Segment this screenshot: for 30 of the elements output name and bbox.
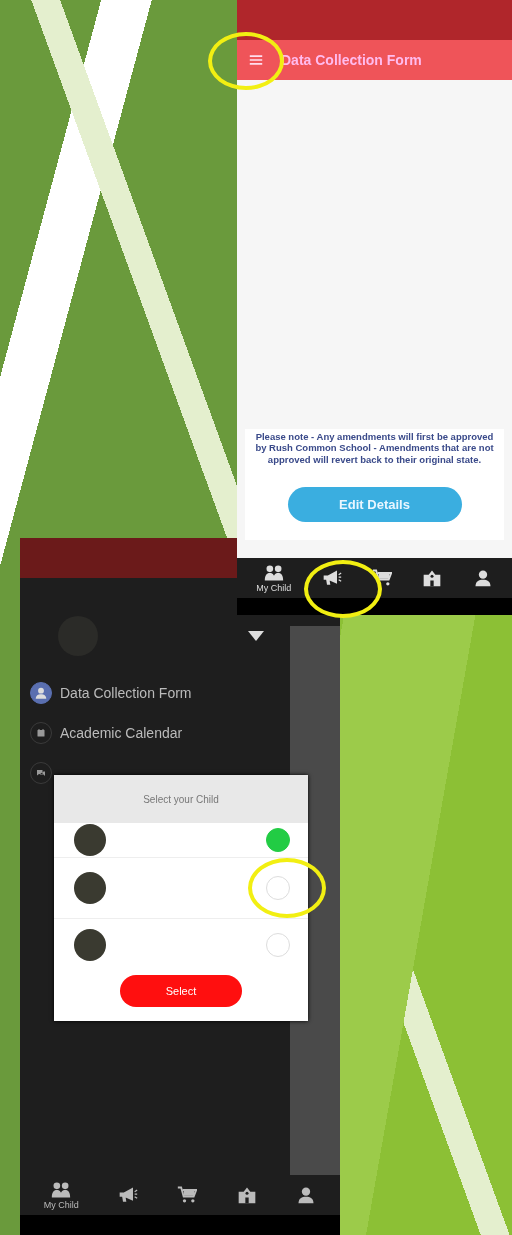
dialog-title: Select your Child <box>54 775 308 823</box>
nav-tab[interactable] <box>118 1186 139 1204</box>
nav-tab[interactable] <box>422 569 443 587</box>
select-button[interactable]: Select <box>120 975 242 1007</box>
children-icon <box>51 1180 72 1199</box>
nav-tab[interactable] <box>177 1186 198 1204</box>
radio-button[interactable] <box>266 876 290 900</box>
nav-tab[interactable]: My Child <box>43 1180 79 1210</box>
calendar-icon <box>35 727 47 739</box>
nav-tab[interactable] <box>321 569 342 587</box>
nav-tab[interactable] <box>236 1186 257 1204</box>
children-icon <box>263 563 284 582</box>
megaphone-icon <box>118 1186 139 1204</box>
caret-icon[interactable] <box>248 631 264 641</box>
nav-tab[interactable] <box>372 569 392 587</box>
school-icon <box>236 1186 257 1204</box>
radio-button[interactable] <box>266 933 290 957</box>
school-icon <box>422 569 443 587</box>
cart-icon <box>177 1186 198 1204</box>
person-icon <box>34 686 48 700</box>
nav-tab[interactable]: My Child <box>256 563 292 593</box>
photo-placeholder <box>74 872 106 904</box>
photo-placeholder <box>74 929 106 961</box>
menu-item[interactable]: Data Collection Form <box>30 682 290 704</box>
menu-item[interactable]: Academic Calendar <box>30 722 290 744</box>
note-text: Please note - Any amendments will first be approved by Rush Common School - Amendments that are not approved will revert back to their original state. <box>254 430 495 465</box>
cart-icon <box>372 569 392 587</box>
photo-placeholder <box>74 824 106 856</box>
radio-button[interactable] <box>266 828 290 852</box>
megaphone-icon <box>321 569 342 587</box>
